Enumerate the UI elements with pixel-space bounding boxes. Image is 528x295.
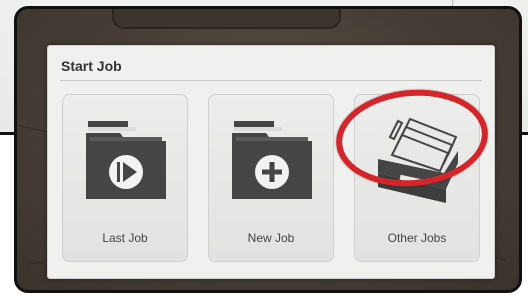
dialog-title: Start Job <box>61 58 122 74</box>
new-job-button[interactable]: New Job <box>208 94 334 262</box>
new-job-label: New Job <box>247 231 295 245</box>
device-bezel: Start Job Last Job New Job Other Jobs <box>14 6 522 293</box>
last-job-button[interactable]: Last Job <box>62 94 188 262</box>
last-job-label: Last Job <box>102 231 148 245</box>
title-divider <box>60 80 482 81</box>
play-folder-icon <box>86 121 166 199</box>
device-groove <box>112 9 341 29</box>
add-folder-icon <box>232 121 312 199</box>
other-jobs-label: Other Jobs <box>387 231 447 245</box>
